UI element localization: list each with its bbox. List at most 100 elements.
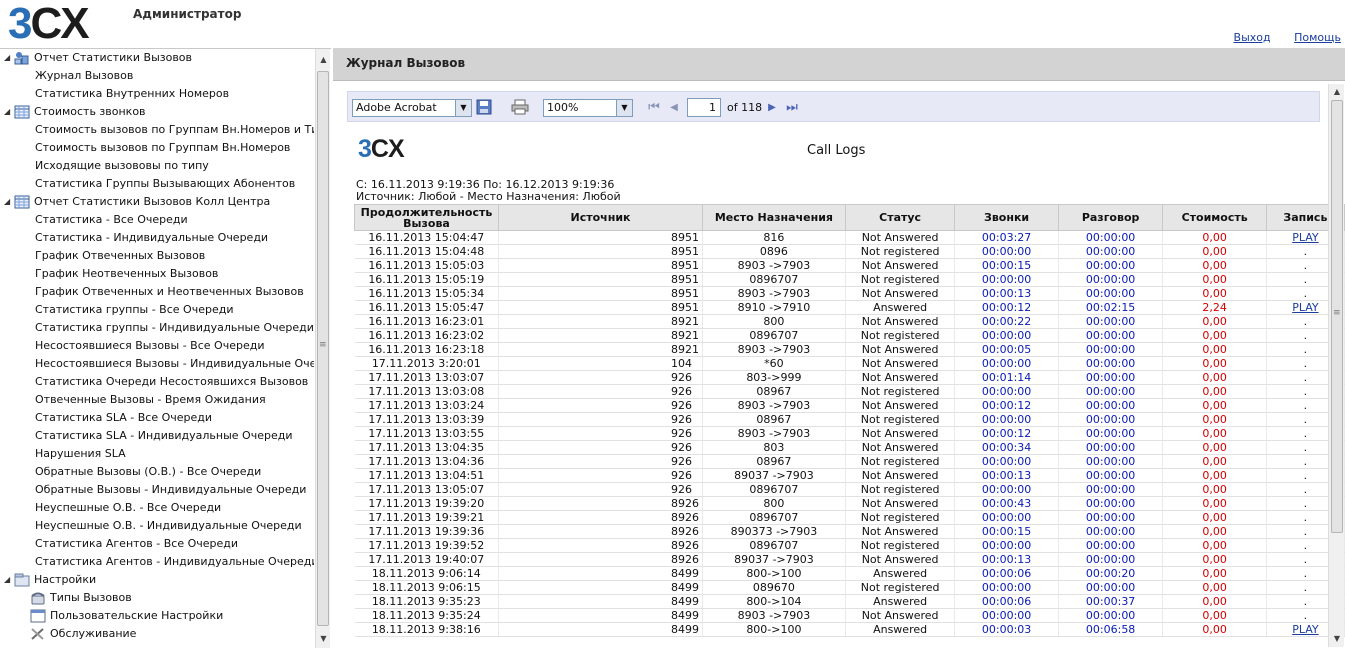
- sidebar-item-30[interactable]: Типы Вызовов: [0, 589, 314, 607]
- status-cell: Not registered: [845, 328, 956, 343]
- sidebar-item-21[interactable]: Статистика SLA - Индивидуальные Очереди: [0, 427, 314, 445]
- scroll-up-arrow-icon[interactable]: ▲: [1329, 84, 1345, 99]
- sidebar-item-24[interactable]: Обратные Вызовы - Индивидуальные Очереди: [0, 481, 314, 499]
- sidebar: ◢ Отчет Статистики Вызовов Журнал Вызовов С…: [0, 48, 331, 648]
- cost-cell: 0,00: [1162, 244, 1267, 259]
- sidebar-item-4[interactable]: Стоимость вызовов по Группам Вн.Номеров …: [0, 121, 314, 139]
- sidebar-item-26[interactable]: Неуспешные О.В. - Индивидуальные Очереди: [0, 517, 314, 535]
- status-cell: Not registered: [845, 580, 956, 595]
- source-cell: 8926: [498, 496, 704, 511]
- sidebar-item-label: Пользовательские Настройки: [50, 609, 224, 622]
- cost-cell: 0,00: [1162, 482, 1267, 497]
- play-recording-link[interactable]: PLAY: [1292, 301, 1318, 314]
- sidebar-item-10[interactable]: Статистика - Индивидуальные Очереди: [0, 229, 314, 247]
- status-cell: Answered: [845, 300, 956, 315]
- scroll-down-arrow-icon[interactable]: ▼: [1329, 631, 1345, 646]
- sidebar-item-8[interactable]: ◢ Отчет Статистики Вызовов Колл Центра: [0, 193, 314, 211]
- sidebar-item-18[interactable]: Статистика Очереди Несостоявшихся Вызово…: [0, 373, 314, 391]
- column-header: Место Назначения: [702, 204, 846, 231]
- table-row: 16.11.2013 15:04:48 8951 0896 Not registere…: [354, 244, 1345, 259]
- call-time-cell: 17.11.2013 19:39:36: [354, 524, 500, 539]
- first-page-icon[interactable]: ⏮: [645, 99, 663, 117]
- sidebar-item-5[interactable]: Стоимость вызовов по Группам Вн.Номеров: [0, 139, 314, 157]
- sidebar-item-19[interactable]: Отвеченные Вызовы - Время Ожидания: [0, 391, 314, 409]
- talk-time-cell: 00:00:00: [1058, 356, 1164, 371]
- play-recording-link[interactable]: PLAY: [1292, 623, 1318, 636]
- app-header: 3CX Администратор Выход Помощь: [0, 0, 1345, 48]
- help-link[interactable]: Помощь: [1294, 31, 1341, 44]
- sidebar-scrollbar[interactable]: ▲ ≡ ▼: [315, 49, 330, 648]
- sidebar-item-29[interactable]: ◢ Настройки: [0, 571, 314, 589]
- table-row: 17.11.2013 19:39:52 8926 0896707 Not regist…: [354, 538, 1345, 553]
- sidebar-item-9[interactable]: Статистика - Все Очереди: [0, 211, 314, 229]
- source-cell: 8499: [498, 566, 704, 581]
- table-row: 17.11.2013 19:40:07 8926 89037 ->7903 Not A…: [354, 552, 1345, 567]
- sidebar-item-11[interactable]: График Отвеченных Вызовов: [0, 247, 314, 265]
- call-time-cell: 16.11.2013 16:23:18: [354, 342, 500, 357]
- zoom-select[interactable]: 100% ▼: [543, 99, 633, 117]
- sidebar-item-3[interactable]: ◢ Стоимость звонков: [0, 103, 314, 121]
- sidebar-item-23[interactable]: Обратные Вызовы (О.В.) - Все Очереди: [0, 463, 314, 481]
- sidebar-item-label: Несостоявшиеся Вызовы - Все Очереди: [35, 339, 265, 352]
- logout-link[interactable]: Выход: [1234, 31, 1271, 44]
- scroll-up-arrow-icon[interactable]: ▲: [316, 52, 331, 67]
- sidebar-item-label: Неуспешные О.В. - Индивидуальные Очереди: [35, 519, 302, 532]
- sidebar-item-16[interactable]: Несостоявшиеся Вызовы - Все Очереди: [0, 337, 314, 355]
- sidebar-item-17[interactable]: Несостоявшиеся Вызовы - Индивидуальные О…: [0, 355, 314, 373]
- call-time-cell: 16.11.2013 15:05:19: [354, 272, 500, 287]
- sidebar-item-14[interactable]: Статистика группы - Все Очереди: [0, 301, 314, 319]
- sidebar-item-27[interactable]: Статистика Агентов - Все Очереди: [0, 535, 314, 553]
- next-page-icon[interactable]: ▶: [763, 99, 781, 117]
- sidebar-item-15[interactable]: Статистика группы - Индивидуальные Очере…: [0, 319, 314, 337]
- destination-cell: 800->100: [702, 566, 846, 581]
- sidebar-item-7[interactable]: Статистика Группы Вызывающих Абонентов: [0, 175, 314, 193]
- status-cell: Not registered: [845, 454, 956, 469]
- cost-cell: 0,00: [1162, 538, 1267, 553]
- sidebar-item-label: Неуспешные О.В. - Все Очереди: [35, 501, 222, 514]
- source-cell: 8499: [498, 608, 704, 623]
- collapse-toggle-icon[interactable]: ◢: [4, 571, 14, 589]
- table-row: 16.11.2013 16:23:01 8921 800 Not Answered 00…: [354, 314, 1345, 329]
- chevron-down-icon[interactable]: ▼: [455, 100, 471, 116]
- print-icon[interactable]: [511, 99, 529, 117]
- sidebar-item-25[interactable]: Неуспешные О.В. - Все Очереди: [0, 499, 314, 517]
- ring-time-cell: 00:00:00: [954, 244, 1059, 259]
- status-cell: Not Answered: [845, 524, 956, 539]
- talk-time-cell: 00:00:00: [1058, 272, 1164, 287]
- sidebar-item-0[interactable]: ◢ Отчет Статистики Вызовов: [0, 49, 314, 67]
- page-number-input[interactable]: 1: [687, 98, 721, 117]
- sidebar-item-20[interactable]: Статистика SLA - Все Очереди: [0, 409, 314, 427]
- collapse-toggle-icon[interactable]: ◢: [4, 103, 14, 121]
- call-time-cell: 17.11.2013 13:04:51: [354, 468, 500, 483]
- source-cell: 104: [498, 356, 704, 371]
- ring-time-cell: 00:00:00: [954, 538, 1059, 553]
- source-cell: 8951: [498, 230, 704, 245]
- play-recording-link[interactable]: PLAY: [1292, 231, 1318, 244]
- collapse-toggle-icon[interactable]: ◢: [4, 49, 14, 67]
- save-icon[interactable]: [475, 99, 493, 117]
- previous-page-icon[interactable]: ◀: [665, 99, 683, 117]
- sidebar-item-6[interactable]: Исходящие вызововы по типу: [0, 157, 314, 175]
- sidebar-item-22[interactable]: Нарушения SLA: [0, 445, 314, 463]
- chevron-down-icon[interactable]: ▼: [616, 100, 632, 116]
- talk-time-cell: 00:00:37: [1058, 594, 1164, 609]
- talk-time-cell: 00:00:00: [1058, 580, 1164, 595]
- sidebar-item-1[interactable]: Журнал Вызовов: [0, 67, 314, 85]
- cost-cell: 0,00: [1162, 230, 1267, 245]
- sidebar-item-13[interactable]: График Отвеченных и Неотвеченных Вызовов: [0, 283, 314, 301]
- sidebar-item-2[interactable]: Статистика Внутренних Номеров: [0, 85, 314, 103]
- source-cell: 8921: [498, 342, 704, 357]
- call-time-cell: 17.11.2013 19:39:21: [354, 510, 500, 525]
- scroll-down-arrow-icon[interactable]: ▼: [316, 631, 331, 646]
- sidebar-item-28[interactable]: Статистика Агентов - Индивидуальные Очер…: [0, 553, 314, 571]
- ring-time-cell: 00:00:05: [954, 342, 1059, 357]
- sidebar-item-12[interactable]: График Неотвеченных Вызовов: [0, 265, 314, 283]
- collapse-toggle-icon[interactable]: ◢: [4, 193, 14, 211]
- sidebar-item-32[interactable]: Обслуживание: [0, 625, 314, 643]
- last-page-icon[interactable]: ⏭: [783, 99, 801, 117]
- table-row: 16.11.2013 15:05:47 8951 8910 ->7910 Answer…: [354, 300, 1345, 315]
- sidebar-item-31[interactable]: Пользовательские Настройки: [0, 607, 314, 625]
- export-format-select[interactable]: Adobe Acrobat ▼: [352, 99, 472, 117]
- ring-time-cell: 00:00:00: [954, 328, 1059, 343]
- report-scrollbar[interactable]: ▲ ≡ ▼: [1328, 84, 1344, 647]
